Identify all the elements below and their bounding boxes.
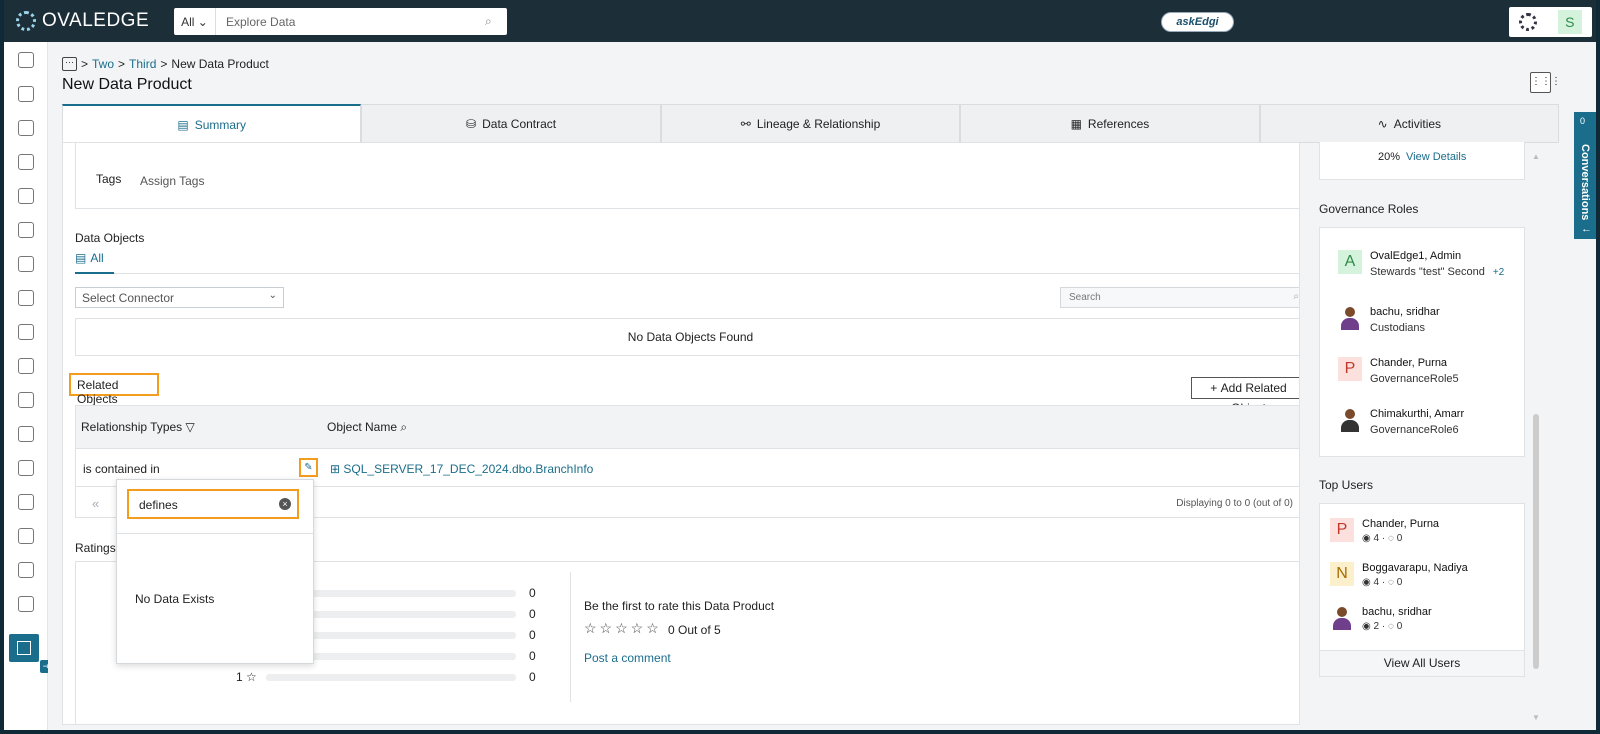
relationship-type-dropdown: defines × No Data Exists — [116, 479, 314, 664]
divider — [117, 533, 313, 534]
clear-icon[interactable]: × — [279, 498, 291, 510]
dropdown-empty-state: No Data Exists — [135, 592, 215, 606]
relationship-search-input[interactable]: defines × — [127, 489, 299, 519]
